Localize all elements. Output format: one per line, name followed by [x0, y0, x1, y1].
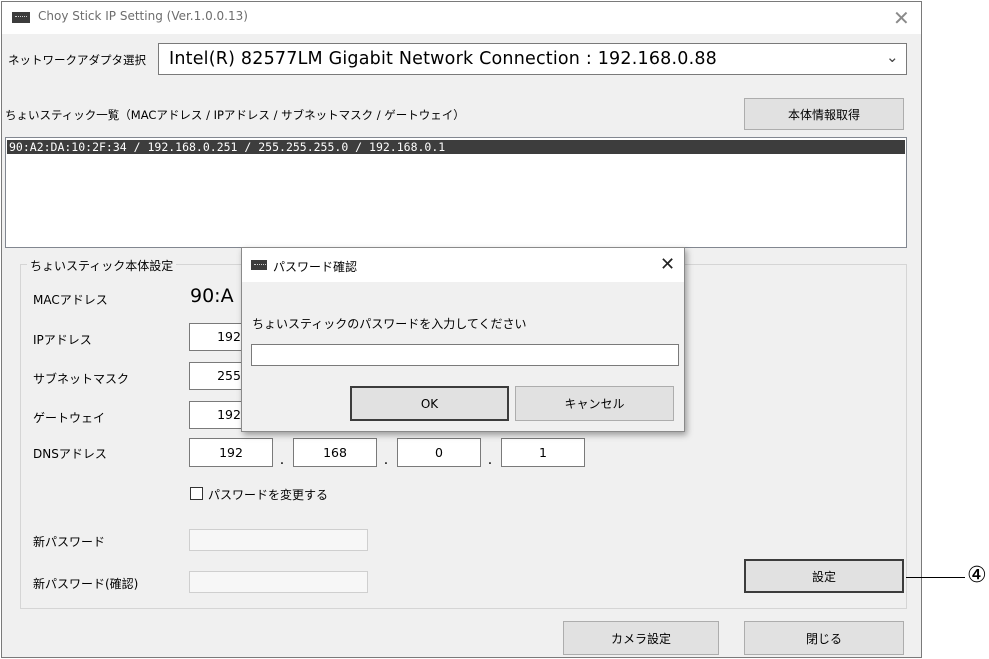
- gateway-label: ゲートウェイ: [33, 411, 106, 425]
- ip-label: IPアドレス: [33, 333, 92, 347]
- dns-octet-2[interactable]: 168: [293, 438, 377, 467]
- close-icon[interactable]: ✕: [660, 255, 675, 275]
- close-icon[interactable]: ✕: [893, 8, 910, 28]
- password-dialog: パスワード確認 ✕ ちょいスティックのパスワードを入力してください OK キャン…: [241, 247, 685, 432]
- dialog-title: パスワード確認: [273, 260, 358, 274]
- adapter-label: ネットワークアダプタ選択: [8, 53, 146, 67]
- change-password-label[interactable]: パスワードを変更する: [208, 486, 328, 503]
- dns-octet-3[interactable]: 0: [397, 438, 481, 467]
- adapter-select-value: Intel(R) 82577LM Gigabit Network Connect…: [169, 49, 718, 69]
- chevron-down-icon: ⌄: [886, 48, 899, 66]
- list-label: ちょいスティック一覧（MACアドレス / IPアドレス / サブネットマスク /…: [5, 108, 465, 122]
- device-list[interactable]: 90:A2:DA:10:2F:34 / 192.168.0.251 / 255.…: [5, 137, 907, 248]
- dns-dot: .: [383, 452, 389, 468]
- subnet-label: サブネットマスク: [33, 372, 130, 386]
- app-window-icon: [251, 260, 267, 270]
- dns-label: DNSアドレス: [33, 447, 107, 461]
- get-info-button[interactable]: 本体情報取得: [744, 98, 904, 130]
- ok-button[interactable]: OK: [350, 386, 509, 421]
- callout-number: ④: [967, 563, 987, 588]
- change-password-checkbox[interactable]: [190, 487, 203, 500]
- dialog-message: ちょいスティックのパスワードを入力してください: [252, 317, 527, 331]
- window-title: Choy Stick IP Setting (Ver.1.0.0.13): [38, 9, 248, 23]
- settings-group-label: ちょいスティック本体設定: [27, 257, 177, 274]
- cancel-button[interactable]: キャンセル: [515, 386, 674, 421]
- new-password-confirm-field[interactable]: [189, 571, 368, 593]
- dns-octet-1[interactable]: 192: [189, 438, 273, 467]
- set-button[interactable]: 設定: [744, 559, 904, 593]
- mac-label: MACアドレス: [33, 293, 108, 307]
- password-input[interactable]: [251, 344, 679, 366]
- app-window-icon: [12, 12, 30, 23]
- adapter-select[interactable]: Intel(R) 82577LM Gigabit Network Connect…: [158, 43, 907, 75]
- new-password-label: 新パスワード: [33, 535, 106, 549]
- mac-value: 90:A: [190, 285, 234, 307]
- list-item[interactable]: 90:A2:DA:10:2F:34 / 192.168.0.251 / 255.…: [7, 140, 905, 154]
- dns-dot: .: [487, 452, 493, 468]
- camera-settings-button[interactable]: カメラ設定: [563, 621, 719, 655]
- dns-dot: .: [279, 452, 285, 468]
- new-password-field[interactable]: [189, 529, 368, 551]
- new-password-confirm-label: 新パスワード(確認): [33, 577, 139, 591]
- callout-line: [906, 577, 965, 578]
- dns-octet-4[interactable]: 1: [501, 438, 585, 467]
- close-button[interactable]: 閉じる: [744, 621, 904, 655]
